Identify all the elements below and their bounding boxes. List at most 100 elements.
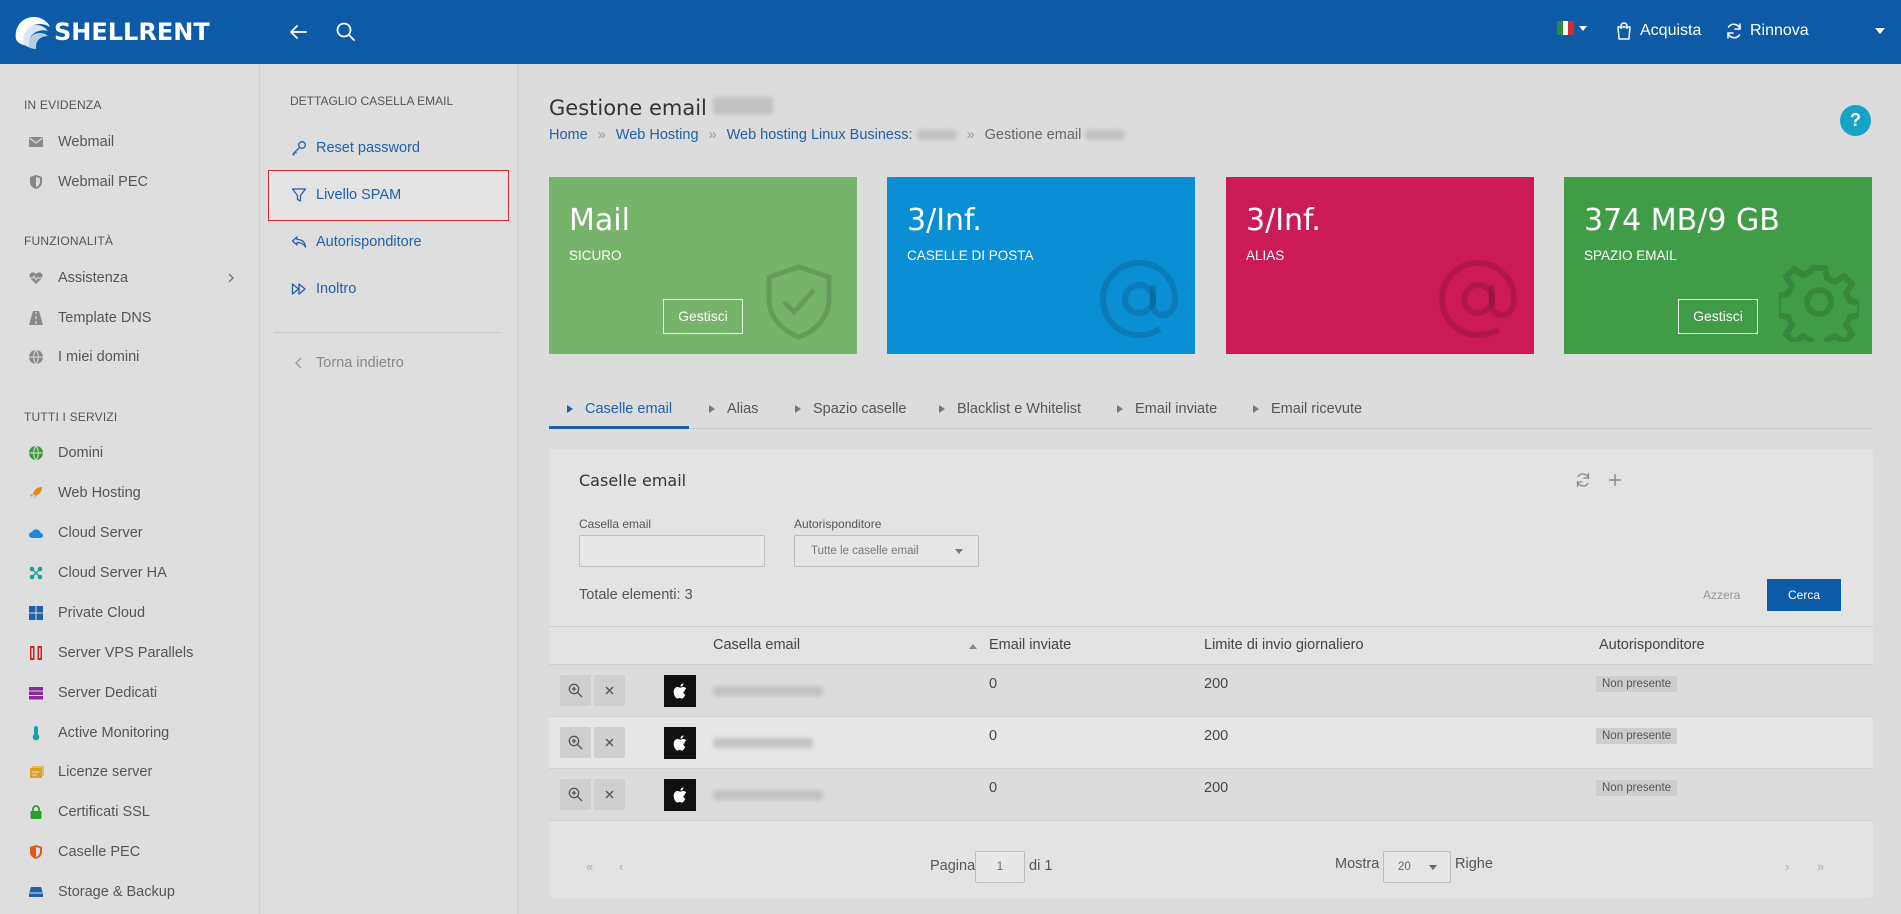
apple-config-button[interactable] <box>664 779 696 811</box>
subnav-item-reset-password[interactable]: Reset password <box>291 136 420 160</box>
sidebar-item-private-cloud[interactable]: Private Cloud <box>28 601 238 625</box>
filter-icon <box>291 188 307 202</box>
autorisponditore-selected: Tutte le caselle email <box>811 545 919 557</box>
language-flag-icon[interactable] <box>1557 21 1575 35</box>
sidebar-item-cloud-server-ha[interactable]: Cloud Server HA <box>28 561 238 585</box>
tab-label: Alias <box>727 401 759 417</box>
sidebar-item-server-vps-parallels[interactable]: Server VPS Parallels <box>28 641 238 665</box>
sidebar-item-template-dns[interactable]: Template DNS <box>28 306 238 330</box>
tab-caselle-email[interactable]: Caselle email <box>567 396 672 422</box>
column-email-inviate[interactable]: Email inviate <box>989 637 1071 653</box>
shellrent-logo[interactable]: SHELLRENT <box>10 10 210 54</box>
card-label: CASELLE DI POSTA <box>907 248 1034 263</box>
breadcrumb-web-hosting[interactable]: Web Hosting <box>616 127 699 143</box>
breadcrumb-separator: » <box>708 127 717 143</box>
rows-per-page-select[interactable]: 20 <box>1383 851 1451 883</box>
subnav-item-autorisponditore[interactable]: Autorisponditore <box>291 230 422 254</box>
view-button[interactable] <box>560 727 591 758</box>
apple-config-button[interactable] <box>664 727 696 759</box>
help-icon[interactable]: ? <box>1840 105 1871 136</box>
rinnova-link[interactable]: Rinnova <box>1724 19 1809 43</box>
sidebar-item-licenze-server[interactable]: Licenze server <box>28 760 238 784</box>
redacted-email <box>713 790 823 800</box>
redacted-domain <box>712 97 773 115</box>
prev-page-button[interactable]: ‹ <box>619 859 623 874</box>
key-icon <box>292 141 306 156</box>
subnav-item-livello-spam[interactable]: Livello SPAM <box>268 170 509 221</box>
refresh-icon[interactable] <box>1574 471 1592 489</box>
sidebar-item-webmail-pec[interactable]: Webmail PEC <box>28 170 238 194</box>
apple-config-button[interactable] <box>664 675 696 707</box>
tab-blacklist-whitelist[interactable]: Blacklist e Whitelist <box>939 396 1081 422</box>
card-label: SPAZIO EMAIL <box>1584 248 1677 263</box>
apple-icon <box>673 787 687 803</box>
redacted-email <box>713 738 813 748</box>
sidebar-item-assistenza[interactable]: Assistenza <box>28 266 238 290</box>
table-row: 0 200 Non presente <box>549 717 1873 769</box>
breadcrumb-web-hosting-linux-business[interactable]: Web hosting Linux Business: <box>727 127 913 143</box>
autorisponditore-select[interactable]: Tutte le caselle email <box>794 535 979 567</box>
gestisci-button[interactable]: Gestisci <box>1678 299 1758 334</box>
first-page-button[interactable]: « <box>586 859 593 874</box>
sidebar-item-cloud-server[interactable]: Cloud Server <box>28 521 238 545</box>
card-value: 3/Inf. <box>907 203 982 238</box>
column-casella-email[interactable]: Casella email <box>713 637 800 653</box>
sidebar-item-i-miei-domini[interactable]: I miei domini <box>28 345 238 369</box>
sort-asc-icon[interactable] <box>969 644 977 649</box>
table-row: 0 200 Non presente <box>549 769 1873 821</box>
column-limite-invio[interactable]: Limite di invio giornaliero <box>1204 637 1364 653</box>
shield-icon <box>30 175 42 189</box>
panel-title: Caselle email <box>579 471 687 490</box>
tab-spazio-caselle[interactable]: Spazio caselle <box>795 396 907 422</box>
sidebar-item-server-dedicati[interactable]: Server Dedicati <box>28 681 238 705</box>
tab-email-ricevute[interactable]: Email ricevute <box>1253 396 1362 422</box>
sidebar-item-web-hosting[interactable]: Web Hosting <box>28 481 238 505</box>
gear-icon <box>1779 265 1859 342</box>
breadcrumb-current: Gestione email <box>984 127 1082 143</box>
page-number-input[interactable]: 1 <box>975 851 1025 883</box>
zoom-in-icon <box>568 787 583 802</box>
acquista-link[interactable]: Acquista <box>1614 19 1701 43</box>
sidebar-item-label: Private Cloud <box>58 605 146 621</box>
cerca-button[interactable]: Cerca <box>1767 579 1841 611</box>
sidebar-item-active-monitoring[interactable]: Active Monitoring <box>28 721 238 745</box>
tab-label: Spazio caselle <box>813 401 907 417</box>
sidebar-item-label: Domini <box>58 445 104 461</box>
plus-icon[interactable] <box>1606 471 1624 489</box>
pagina-label: Pagina <box>930 858 976 874</box>
sidebar-item-certificati-ssl[interactable]: Certificati SSL <box>28 800 238 824</box>
sidebar-item-storage-backup[interactable]: Storage & Backup <box>28 880 238 904</box>
column-autorisponditore[interactable]: Autorisponditore <box>1599 637 1705 653</box>
sidebar-item-label: Server VPS Parallels <box>58 645 194 661</box>
chevron-left-icon <box>295 357 302 369</box>
gestisci-button[interactable]: Gestisci <box>663 299 743 334</box>
search-icon[interactable] <box>334 20 358 44</box>
redacted-domain <box>1085 130 1126 140</box>
azzera-button[interactable]: Azzera <box>1703 588 1740 602</box>
subnav-item-label: Reset password <box>316 140 420 156</box>
user-menu-caret-icon[interactable] <box>1875 28 1885 34</box>
breadcrumb-home[interactable]: Home <box>549 127 588 143</box>
tab-alias[interactable]: Alias <box>709 396 758 422</box>
brand-name: SHELLRENT <box>54 18 210 46</box>
shell-logo-icon <box>15 17 51 49</box>
back-arrow-icon[interactable] <box>286 20 310 44</box>
view-button[interactable] <box>560 779 591 810</box>
next-page-button[interactable]: › <box>1785 859 1789 874</box>
tab-email-inviate[interactable]: Email inviate <box>1117 396 1217 422</box>
casella-email-input[interactable] <box>579 535 765 567</box>
delete-button[interactable] <box>594 727 625 758</box>
torna-indietro-link[interactable]: Torna indietro <box>291 355 404 371</box>
sidebar-item-label: Active Monitoring <box>58 725 170 741</box>
sidebar-item-webmail[interactable]: Webmail <box>28 130 238 154</box>
language-caret-icon[interactable] <box>1579 26 1587 31</box>
sidebar-item-label: Webmail PEC <box>58 174 148 190</box>
delete-button[interactable] <box>594 675 625 706</box>
top-bar: SHELLRENT Acquista Rinnova <box>0 0 1901 64</box>
sidebar-item-domini[interactable]: Domini <box>28 441 238 465</box>
delete-button[interactable] <box>594 779 625 810</box>
sidebar-item-caselle-pec[interactable]: Caselle PEC <box>28 840 238 864</box>
view-button[interactable] <box>560 675 591 706</box>
subnav-item-inoltro[interactable]: Inoltro <box>291 277 356 301</box>
last-page-button[interactable]: » <box>1817 859 1824 874</box>
